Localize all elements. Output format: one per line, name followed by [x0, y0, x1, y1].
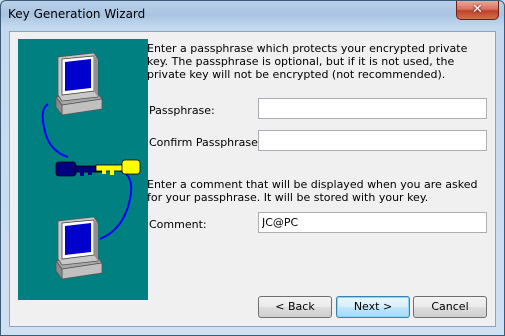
- key-icon: [95, 159, 141, 175]
- passphrase-input[interactable]: [258, 98, 487, 119]
- comment-help-text: Enter a comment that will be displayed w…: [147, 178, 478, 204]
- close-button[interactable]: ✕: [456, 1, 499, 20]
- confirm-passphrase-input[interactable]: [258, 130, 487, 151]
- confirm-passphrase-label: Confirm Passphrase:: [149, 136, 262, 149]
- computer-icon: [55, 52, 103, 117]
- close-icon: ✕: [472, 2, 483, 17]
- back-button[interactable]: < Back: [258, 296, 332, 318]
- title-bar[interactable]: Key Generation Wizard ✕: [1, 1, 504, 29]
- passphrase-label: Passphrase:: [149, 104, 215, 117]
- computer-icon: [55, 216, 103, 281]
- comment-input[interactable]: [258, 212, 487, 233]
- wizard-window: Key Generation Wizard ✕ Enter a passphra…: [0, 0, 505, 336]
- intro-text: Enter a passphrase which protects your e…: [147, 42, 468, 81]
- illustration-graphic: [41, 52, 141, 281]
- next-button[interactable]: Next >: [336, 296, 410, 318]
- cable-bottom: [99, 168, 133, 240]
- cancel-button[interactable]: Cancel: [413, 296, 487, 318]
- window-title: Key Generation Wizard: [8, 7, 146, 21]
- wizard-page: Enter a passphrase which protects your e…: [9, 31, 496, 327]
- wizard-illustration: [18, 39, 148, 300]
- comment-label: Comment:: [149, 218, 207, 231]
